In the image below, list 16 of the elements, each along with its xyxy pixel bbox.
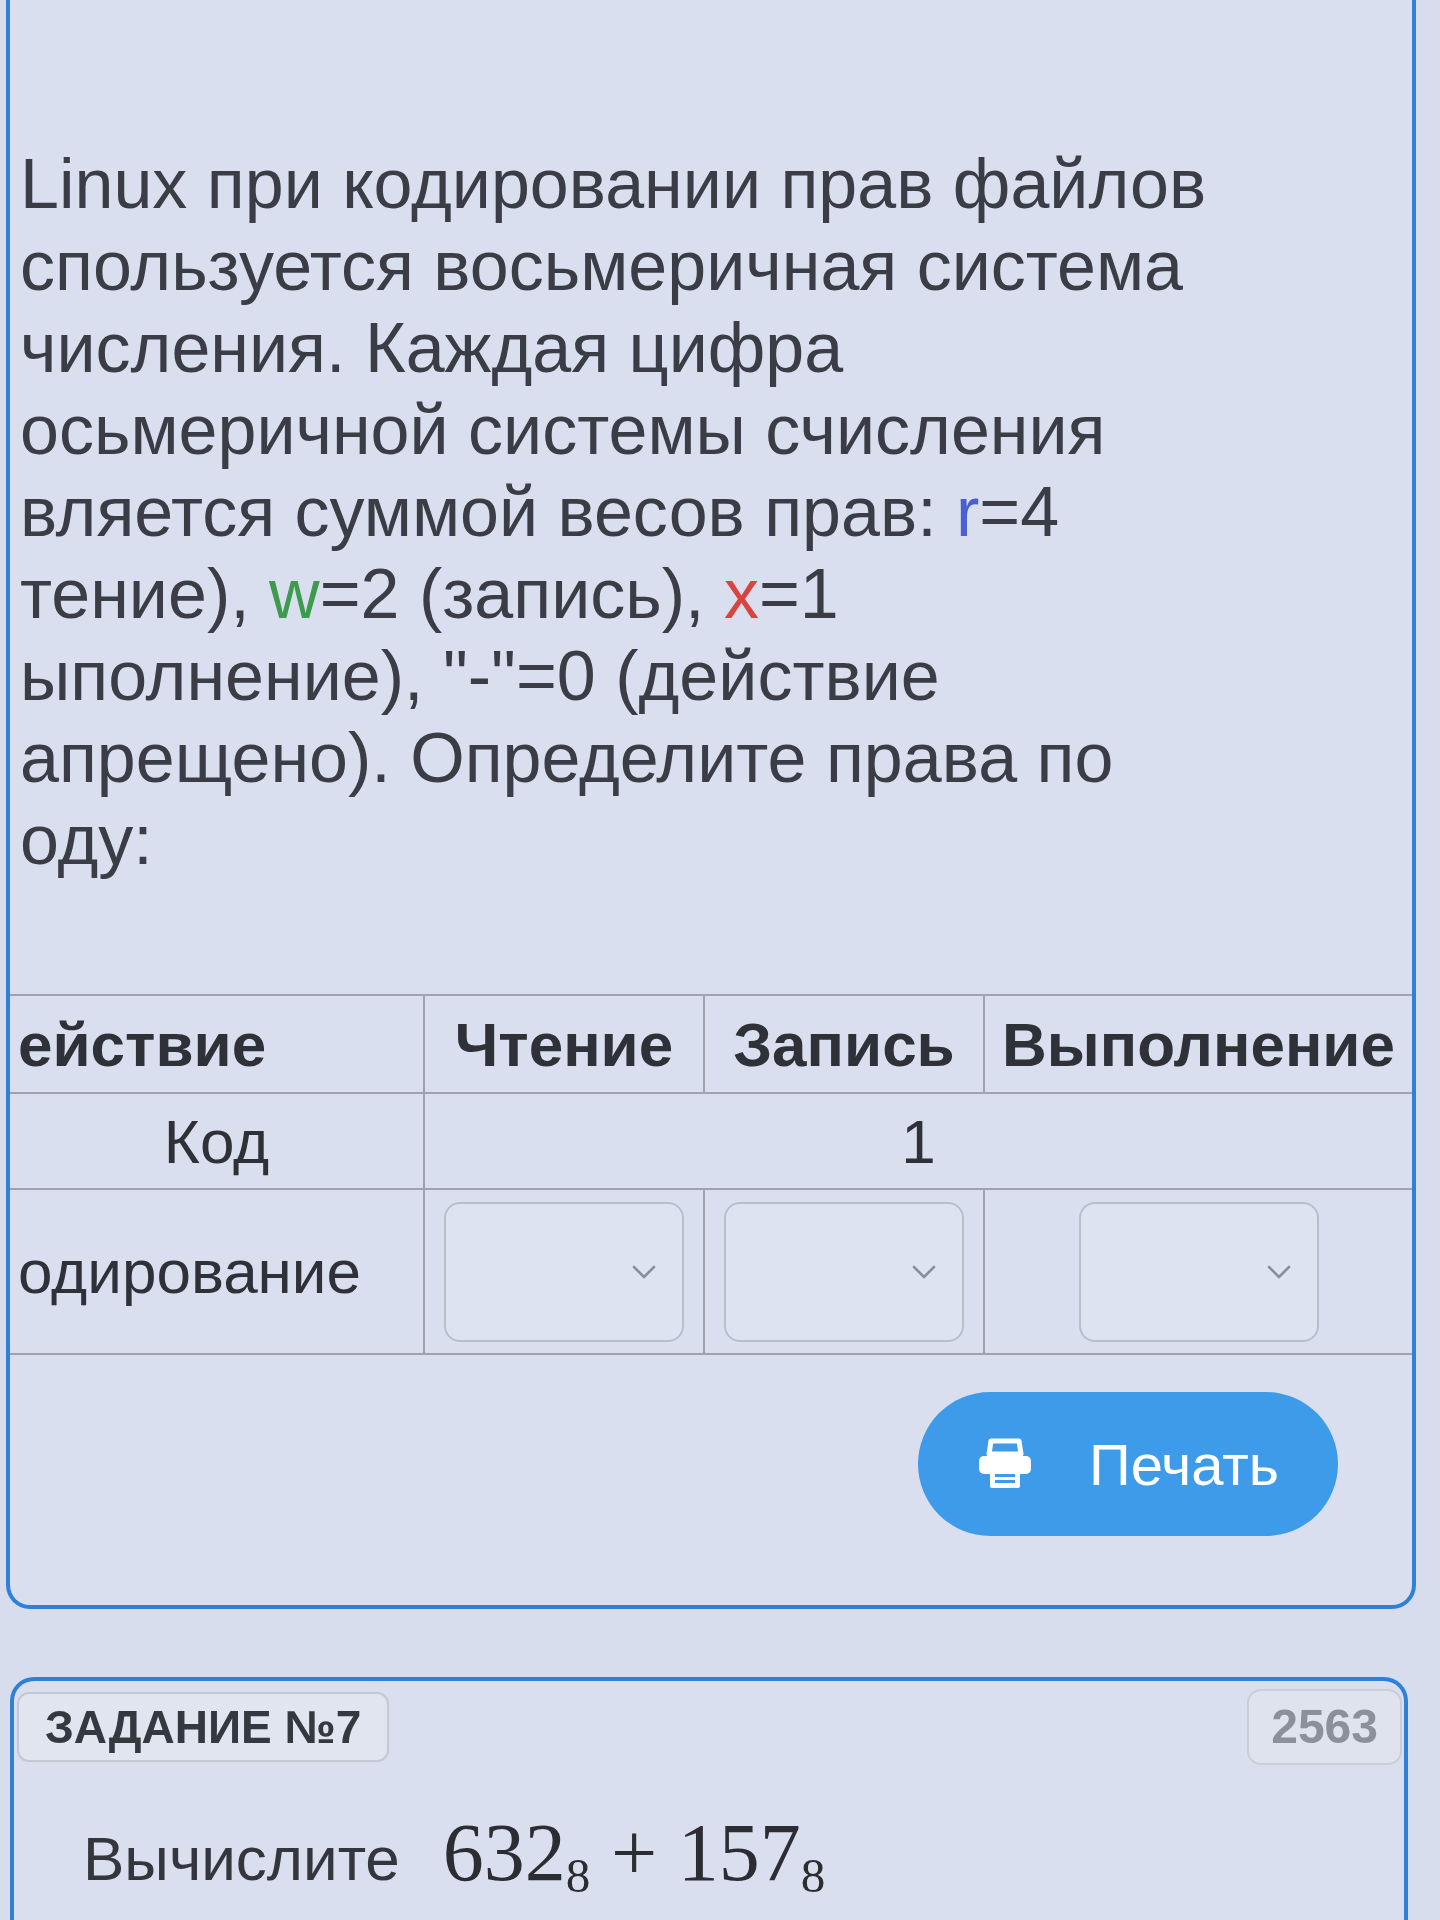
column-header: ействие [10,995,424,1093]
dropdown-field[interactable] [724,1201,964,1342]
task-prompt: Вычислите [83,1823,400,1895]
dropdown-field[interactable] [1078,1201,1319,1342]
task-number-label: 2563 [1247,1689,1402,1765]
dropdown-field[interactable] [444,1201,684,1342]
column-header: Выполнение [984,995,1412,1093]
row-header: Код [10,1093,424,1189]
task-text: Linux при кодировании прав файлов спользуется восьмеричная система числения. Каждая цифра осьмеричной системы счисления вляется суммой весов прав: r=4 тение), w=2 (запись), x=1 ыполнение), "-"=0 (действие апрещено). Определите права по оду: [20,144,1208,881]
column-header: Запись [704,995,984,1093]
print-button[interactable]: Печать [918,1392,1338,1536]
printer-icon [977,1438,1033,1490]
row-header: одирование [10,1189,424,1354]
task-title: ЗАДАНИЕ №7 [17,1692,390,1762]
column-header: Чтение [424,995,704,1093]
math-formula: 632$_{8}$ + 157$_{8}$ [442,1806,826,1906]
